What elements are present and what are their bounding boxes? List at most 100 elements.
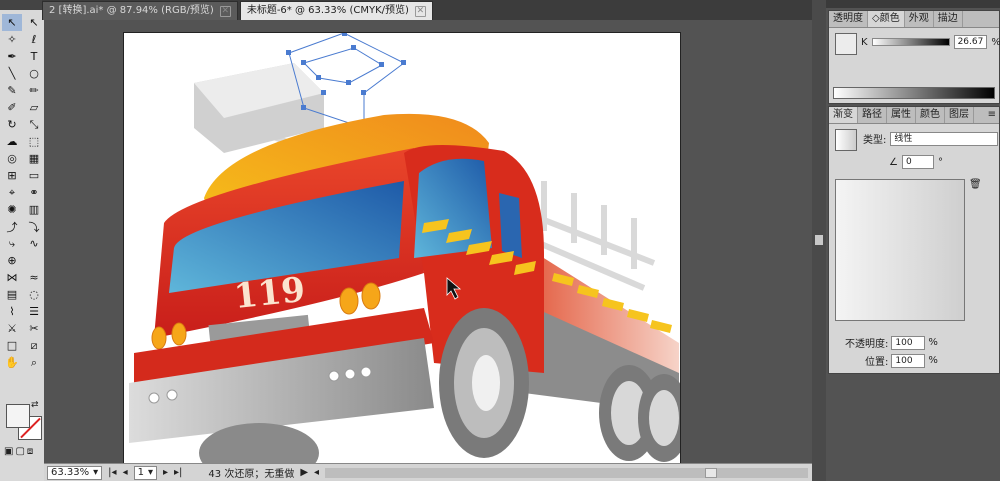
color-swatch-preview[interactable] xyxy=(835,33,857,55)
ellipse-tool-icon[interactable]: ○ xyxy=(24,65,44,82)
magic-wand-tool-icon[interactable]: ✧ xyxy=(2,31,22,48)
gradient-angle-field[interactable]: 0 xyxy=(901,155,934,169)
artboard-number-field[interactable]: 1 ▾ xyxy=(133,465,157,480)
free-transform-tool-icon[interactable]: ⬚ xyxy=(24,133,44,150)
envelope-tool-icon[interactable]: ⋈ xyxy=(2,269,22,286)
slice-tool-icon[interactable]: ⧄ xyxy=(24,337,44,354)
tab-attributes[interactable]: 属性 xyxy=(887,107,916,123)
chart-tool-icon[interactable]: ⌇ xyxy=(2,303,22,320)
scroll-thumb[interactable] xyxy=(815,235,823,245)
k-slider[interactable] xyxy=(871,38,950,46)
knife-tool-icon[interactable]: ⚔ xyxy=(2,320,22,337)
gradient-type-select[interactable]: 线性 xyxy=(890,131,999,146)
next-artboard-icon[interactable]: ▸ xyxy=(163,467,168,478)
tab-color[interactable]: ◇颜色 xyxy=(868,11,905,27)
fire-truck-artwork[interactable]: 119 xyxy=(124,33,680,464)
drawing-mode-buttons: ▣ ▢ ⧈ xyxy=(4,446,33,457)
fill-stroke-swatches[interactable]: ⇄ xyxy=(4,400,42,442)
k-percent: % xyxy=(991,36,1000,48)
horizontal-scrollbar[interactable] xyxy=(325,467,808,478)
shape-builder-tool-icon[interactable]: ◎ xyxy=(2,150,22,167)
smooth-tool-icon[interactable]: ∿ xyxy=(24,235,44,252)
panel-dock-grip[interactable] xyxy=(826,0,1000,8)
swap-fill-stroke-icon[interactable]: ⇄ xyxy=(31,400,39,410)
selection-tool-icon[interactable]: ↖ xyxy=(2,14,22,31)
warp-tool-icon[interactable]: ☁ xyxy=(2,133,22,150)
direct-selection-tool-icon[interactable]: ↖ xyxy=(24,14,44,31)
width-tool-icon[interactable]: ⤷ xyxy=(2,235,22,252)
close-tab-icon[interactable]: ✕ xyxy=(414,5,426,17)
pen-tool-icon[interactable]: ✒ xyxy=(2,48,22,65)
zoom-value: 63.33% xyxy=(51,466,90,478)
artboard-tool-icon[interactable]: □ xyxy=(2,337,22,354)
opacity-field[interactable]: 100 xyxy=(891,335,926,350)
tab-transparency[interactable]: 透明度 xyxy=(829,11,868,27)
status-menu-icon[interactable]: ▶ xyxy=(300,467,308,478)
tab-stroke[interactable]: 描边 xyxy=(934,11,963,27)
zoom-dropdown-icon[interactable]: ▾ xyxy=(93,467,98,479)
truck-number: 119 xyxy=(232,270,307,317)
eyedropper-tool-icon[interactable]: ⌖ xyxy=(2,184,22,201)
artboard[interactable]: 119 xyxy=(123,32,681,465)
last-artboard-icon[interactable]: ▸| xyxy=(174,467,182,478)
twirl-tool-icon[interactable]: ◌ xyxy=(24,286,44,303)
delete-stop-icon[interactable]: 🗑 xyxy=(969,179,982,190)
document-tab-bar: 2 [转换].ai* @ 87.94% (RGB/预览) ✕ 未标题-6* @ … xyxy=(42,0,812,20)
tab-layers[interactable]: 图层 xyxy=(945,107,974,123)
gradient-tool-icon[interactable]: ▭ xyxy=(24,167,44,184)
close-tab-icon[interactable]: ✕ xyxy=(219,5,231,17)
scale-tool-icon[interactable]: ⤡ xyxy=(24,116,44,133)
prev-artboard-icon[interactable]: ◂ xyxy=(123,467,128,478)
gradient-panel-tabs: 渐变 路径 属性 颜色 图层 ≡ xyxy=(829,107,999,124)
lasso-tool-icon[interactable]: ℓ xyxy=(24,31,44,48)
blend-tool-icon[interactable]: ⚭ xyxy=(24,184,44,201)
tab-pathfinder[interactable]: 路径 xyxy=(858,107,887,123)
scissors-tool-icon[interactable]: ✂ xyxy=(24,320,44,337)
k-value-field[interactable]: 26.67 xyxy=(953,35,988,49)
perspective-grid-tool-icon[interactable]: ▦ xyxy=(24,150,44,167)
tools-grid: ↖ ↖ ✧ ℓ ✒ T ╲ ○ ✎ ✏ ✐ ▱ ↻ ⤡ ☁ ⬚ ◎ ▦ ⊞ ▭ ⌖ ⚭ ✺ ▥ ⤴ ⤵ ⤷ ∿ ⊕ ⋈ ≈ ▤ ◌ ⌇ ☰ ⚔ ✂ □ ⧄ ✋… xyxy=(0,10,44,375)
grid-tool-icon[interactable]: ▤ xyxy=(2,286,22,303)
tab-appearance[interactable]: 外观 xyxy=(905,11,934,27)
panel-menu-icon[interactable]: ≡ xyxy=(988,107,999,123)
k-channel-row: K 26.67 % xyxy=(861,35,1000,49)
draw-inside-icon[interactable]: ⧈ xyxy=(27,446,33,457)
blob-brush-tool-icon[interactable]: ✐ xyxy=(2,99,22,116)
color-spectrum-bar[interactable] xyxy=(833,87,995,99)
degree-symbol: ° xyxy=(937,156,943,168)
fill-swatch[interactable] xyxy=(6,404,30,428)
tools-panel-grip[interactable] xyxy=(0,0,44,10)
type-tool-icon[interactable]: T xyxy=(24,48,44,65)
symbol-sprayer-tool-icon[interactable]: ✺ xyxy=(2,201,22,218)
tab-color-guide[interactable]: 颜色 xyxy=(916,107,945,123)
rotate-tool-icon[interactable]: ↻ xyxy=(2,116,22,133)
mesh-tool-icon[interactable]: ⊞ xyxy=(2,167,22,184)
vertical-scrollbar[interactable] xyxy=(812,0,826,481)
location-field[interactable]: 100 xyxy=(891,353,926,368)
hand-tool-icon[interactable]: ✋ xyxy=(2,354,22,371)
list-tool-icon[interactable]: ☰ xyxy=(24,303,44,320)
pencil-tool-icon[interactable]: ✏ xyxy=(24,82,44,99)
column-graph-tool-icon[interactable]: ▥ xyxy=(24,201,44,218)
wave-tool-icon[interactable]: ≈ xyxy=(24,269,44,286)
artboard-dropdown-icon[interactable]: ▾ xyxy=(148,467,153,479)
eraser-tool-icon[interactable]: ▱ xyxy=(24,99,44,116)
document-tab-2[interactable]: 未标题-6* @ 63.33% (CMYK/预览) ✕ xyxy=(239,1,433,20)
scroll-left-icon[interactable]: ◂ xyxy=(314,467,319,478)
blank-slot-icon[interactable] xyxy=(24,252,44,269)
target-tool-icon[interactable]: ⊕ xyxy=(2,252,22,269)
draw-behind-icon[interactable]: ▢ xyxy=(15,446,24,457)
canvas-workspace[interactable]: 119 xyxy=(44,20,812,465)
gradient-preview-swatch[interactable] xyxy=(835,129,857,151)
line-tool-icon[interactable]: ╲ xyxy=(2,65,22,82)
convert-anchor-tool-icon[interactable]: ⤵ xyxy=(24,218,44,235)
document-tab-1[interactable]: 2 [转换].ai* @ 87.94% (RGB/预览) ✕ xyxy=(42,1,238,20)
gradient-ramp-area[interactable] xyxy=(835,179,965,321)
tab-gradient[interactable]: 渐变 xyxy=(829,107,858,123)
draw-normal-icon[interactable]: ▣ xyxy=(4,446,13,457)
zoom-tool-icon[interactable]: ⌕ xyxy=(24,354,44,371)
first-artboard-icon[interactable]: |◂ xyxy=(108,467,116,478)
brush-tool-icon[interactable]: ✎ xyxy=(2,82,22,99)
zoom-field[interactable]: 63.33% ▾ xyxy=(47,465,103,480)
add-anchor-tool-icon[interactable]: ⤴ xyxy=(2,218,22,235)
